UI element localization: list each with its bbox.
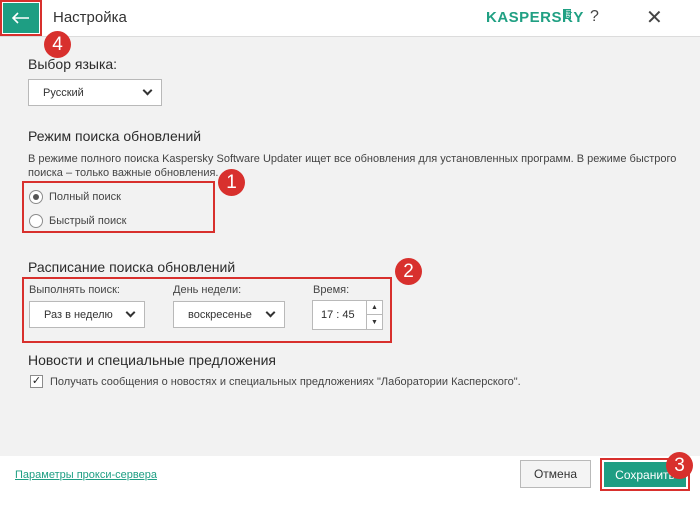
help-icon[interactable]: ? — [590, 8, 599, 26]
cancel-button[interactable]: Отмена — [520, 460, 591, 488]
checkbox-checked[interactable]: ✓ — [30, 375, 43, 388]
run-search-value: Раз в неделю — [44, 308, 113, 321]
time-value[interactable]: 17 : 45 — [312, 300, 367, 330]
spin-up-icon[interactable]: ▲ — [367, 301, 382, 315]
schedule-heading: Расписание поиска обновлений — [28, 259, 236, 275]
language-label: Выбор языка: — [28, 56, 118, 72]
run-search-label: Выполнять поиск: — [29, 284, 120, 296]
back-button[interactable] — [3, 3, 39, 33]
news-checkbox-row[interactable]: ✓ Получать сообщения о новостях и специа… — [30, 375, 521, 388]
chevron-down-icon — [125, 307, 136, 318]
time-label: Время: — [313, 284, 350, 296]
language-dropdown-value: Русский — [43, 86, 84, 99]
time-spinner[interactable]: ▲ ▼ — [367, 300, 383, 330]
radio-full-search-label: Полный поиск — [49, 191, 121, 203]
arrow-left-icon — [12, 12, 29, 24]
weekday-dropdown[interactable]: воскресенье — [173, 301, 285, 328]
kaspersky-lab-mark: lab — [563, 9, 571, 20]
annotation-badge-2: 2 — [395, 258, 422, 285]
news-checkbox-label: Получать сообщения о новостях и специаль… — [50, 375, 521, 388]
close-icon[interactable]: ✕ — [646, 5, 663, 30]
search-mode-description-1: В режиме полного поиска Kaspersky Softwa… — [28, 153, 677, 165]
search-mode-description-2: поиска – только важные обновления. — [28, 167, 219, 179]
radio-button-checked — [29, 190, 43, 204]
run-search-dropdown[interactable]: Раз в неделю — [29, 301, 145, 328]
radio-button-unchecked — [29, 214, 43, 228]
window-title: Настройка — [53, 9, 127, 26]
annotation-badge-4: 4 — [44, 31, 71, 58]
chevron-down-icon — [265, 307, 276, 318]
news-heading: Новости и специальные предложения — [28, 352, 276, 368]
weekday-label: День недели: — [173, 284, 242, 296]
spin-down-icon[interactable]: ▼ — [367, 315, 382, 329]
proxy-settings-link[interactable]: Параметры прокси-сервера — [15, 469, 157, 481]
language-dropdown[interactable]: Русский — [28, 79, 162, 106]
annotation-badge-1: 1 — [218, 169, 245, 196]
radio-full-search[interactable]: Полный поиск — [29, 190, 121, 204]
annotation-badge-3: 3 — [666, 452, 693, 479]
radio-quick-search-label: Быстрый поиск — [49, 215, 127, 227]
chevron-down-icon — [142, 85, 153, 96]
weekday-value: воскресенье — [188, 308, 252, 321]
search-mode-heading: Режим поиска обновлений — [28, 128, 202, 144]
footer-bar — [0, 456, 700, 526]
time-input[interactable]: 17 : 45 ▲ ▼ — [312, 300, 383, 330]
radio-quick-search[interactable]: Быстрый поиск — [29, 214, 126, 228]
